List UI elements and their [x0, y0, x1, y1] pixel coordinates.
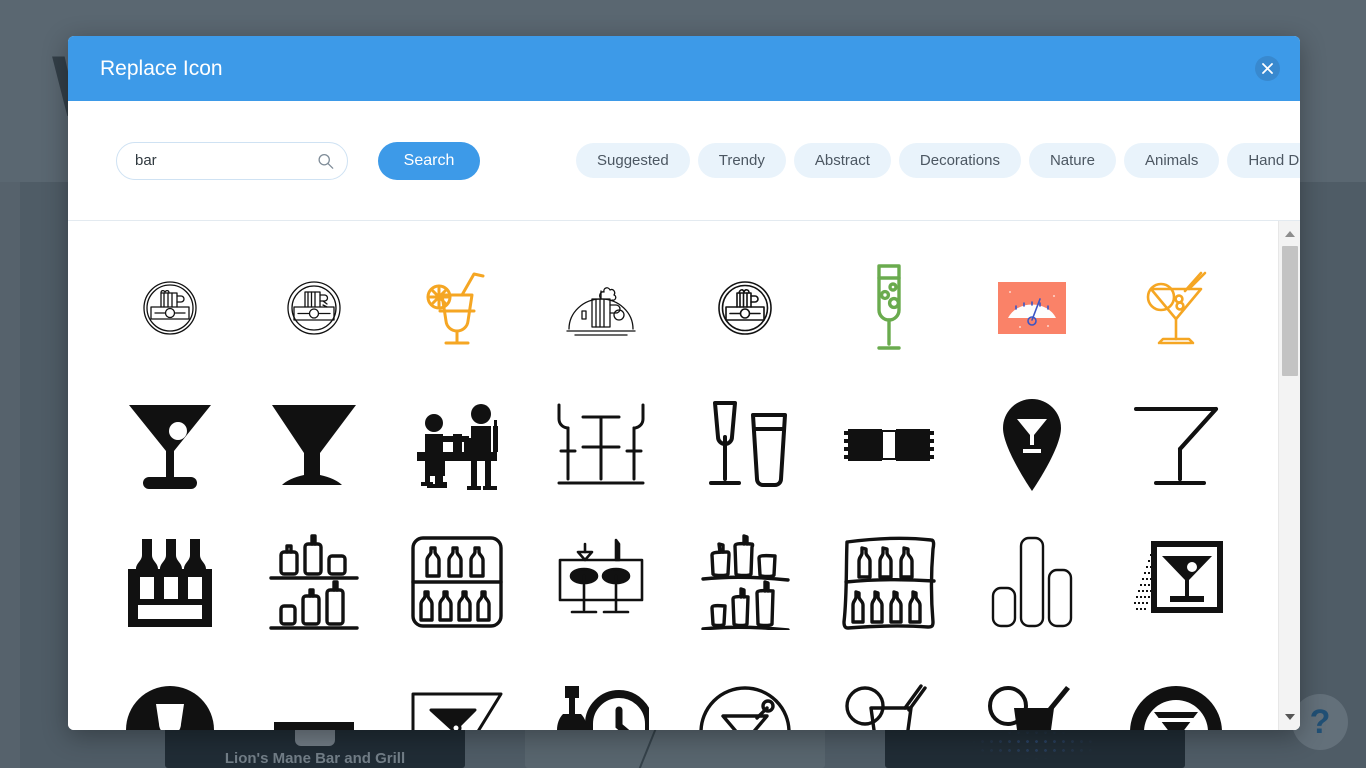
icon-result-bottle-crate-solid-icon[interactable]: [98, 513, 242, 650]
chevron-down-icon: [1285, 714, 1295, 720]
gauge-meter-icon: [998, 281, 1067, 334]
cocktail-orange-slice-icon: [426, 272, 485, 344]
framed-martini-sign-icon: [1134, 540, 1224, 613]
icon-result-drink-straw-solid-icon[interactable]: [961, 650, 1105, 730]
results-scrollbar[interactable]: [1278, 221, 1300, 730]
icon-result-bar-line-icon[interactable]: [242, 650, 386, 730]
martini-frame-line-icon: [411, 692, 503, 730]
beer-badge-circle-icon: [143, 280, 197, 335]
scroll-down-button[interactable]: [1279, 708, 1300, 726]
bottle-crate-solid-icon: [127, 538, 212, 627]
icon-result-cocktail-orange-slice-icon[interactable]: [386, 239, 530, 376]
close-button[interactable]: [1255, 56, 1280, 81]
bottle-shelves-icon: [268, 533, 359, 630]
wine-glass-circle-solid-icon: [125, 685, 214, 730]
search-icon: [318, 153, 334, 169]
icon-result-martini-frame-line-icon[interactable]: [386, 650, 530, 730]
drink-straw-solid-icon: [988, 685, 1071, 730]
icon-result-bottle-shelves-sketch-icon[interactable]: [673, 513, 817, 650]
martini-glass-solid-icon: [271, 404, 356, 485]
bottle-shelves-sketch-icon: [701, 533, 790, 630]
category-pill-abstract[interactable]: Abstract: [793, 143, 891, 178]
martini-straw-icon: [1146, 271, 1207, 344]
icon-result-martini-glass-solid-icon[interactable]: [242, 376, 386, 513]
icon-result-drink-straw-outline-icon[interactable]: [817, 650, 961, 730]
martini-glass-outline-icon: [1134, 406, 1219, 485]
search-input[interactable]: [116, 141, 348, 180]
icon-results-area: [68, 221, 1300, 730]
category-pill-suggested[interactable]: Suggested: [576, 143, 690, 178]
bottle-gauge-icon: [557, 685, 650, 730]
search-toolbar: Search Suggested Trendy Abstract Decorat…: [68, 101, 1300, 221]
icon-result-bottle-gauge-icon[interactable]: [529, 650, 673, 730]
bar-counter-stools-icon: [558, 538, 644, 613]
category-pill-hand-drawn[interactable]: Hand Drawn: [1227, 143, 1300, 178]
icon-result-bartender-counter-icon[interactable]: [386, 376, 530, 513]
martini-glass-olive-solid-icon: [128, 404, 211, 489]
icon-result-beer-badge-circle-thick-icon[interactable]: [673, 239, 817, 376]
icon-result-bottle-shelves-icon[interactable]: [242, 513, 386, 650]
champagne-flute-bubbles-icon: [876, 263, 901, 350]
beer-badge-circle-alt-icon: [286, 280, 341, 335]
replace-icon-dialog: Replace Icon Search Suggested Trendy Abs…: [68, 36, 1300, 730]
icon-result-champagne-flute-bubbles-icon[interactable]: [817, 239, 961, 376]
category-pill-list: Suggested Trendy Abstract Decorations Na…: [576, 143, 1300, 178]
drink-straw-outline-icon: [844, 683, 927, 730]
search-button[interactable]: Search: [378, 141, 480, 180]
bottle-rack-framed-icon: [411, 535, 504, 628]
icon-result-martini-dome-outline-icon[interactable]: [673, 650, 817, 730]
category-pill-nature[interactable]: Nature: [1028, 143, 1116, 178]
icon-result-beer-mug-arch-icon[interactable]: [529, 239, 673, 376]
scrollbar-thumb[interactable]: [1282, 246, 1298, 376]
map-pin-martini-icon: [1003, 398, 1062, 491]
icon-result-bottle-rack-framed-icon[interactable]: [386, 513, 530, 650]
flute-and-pint-glass-icon: [708, 400, 787, 487]
beer-mug-arch-icon: [566, 286, 636, 336]
bottle-rack-sketch-icon: [841, 536, 936, 630]
dialog-title: Replace Icon: [100, 56, 223, 80]
icon-result-beer-badge-circle-alt-icon[interactable]: [242, 239, 386, 376]
scroll-up-button[interactable]: [1279, 225, 1300, 243]
icon-result-framed-martini-sign-icon[interactable]: [1104, 513, 1248, 650]
icon-result-martini-glass-olive-solid-icon[interactable]: [98, 376, 242, 513]
bar-line-icon: [273, 721, 354, 730]
chevron-up-icon: [1285, 231, 1295, 237]
category-pill-decorations[interactable]: Decorations: [898, 143, 1021, 178]
icon-result-bar-stools-icon[interactable]: [529, 376, 673, 513]
candy-bar-icon: [843, 428, 934, 461]
icon-result-bar-counter-stools-icon[interactable]: [529, 513, 673, 650]
beer-badge-circle-thick-icon: [718, 280, 772, 335]
dialog-header: Replace Icon: [68, 36, 1300, 101]
icon-result-martini-glass-outline-icon[interactable]: [1104, 376, 1248, 513]
bar-chart-outline-icon: [992, 536, 1073, 627]
close-icon: [1262, 63, 1273, 74]
category-pill-animals[interactable]: Animals: [1123, 143, 1220, 178]
icon-result-candy-bar-icon[interactable]: [817, 376, 961, 513]
martini-dome-thick-icon: [1130, 685, 1223, 730]
icon-result-map-pin-martini-icon[interactable]: [961, 376, 1105, 513]
icon-result-martini-straw-icon[interactable]: [1104, 239, 1248, 376]
bar-stools-icon: [557, 403, 645, 484]
martini-dome-outline-icon: [699, 685, 791, 730]
category-pill-trendy[interactable]: Trendy: [697, 143, 786, 178]
icon-result-bar-chart-outline-icon[interactable]: [961, 513, 1105, 650]
search-field-wrapper: [116, 141, 348, 180]
icon-grid: [68, 221, 1278, 730]
icon-result-martini-dome-thick-icon[interactable]: [1104, 650, 1248, 730]
icon-result-gauge-meter-icon[interactable]: [961, 239, 1105, 376]
bartender-counter-icon: [417, 403, 499, 490]
icon-result-bottle-rack-sketch-icon[interactable]: [817, 513, 961, 650]
icon-result-beer-badge-circle-icon[interactable]: [98, 239, 242, 376]
icon-result-wine-glass-circle-solid-icon[interactable]: [98, 650, 242, 730]
icon-result-flute-and-pint-glass-icon[interactable]: [673, 376, 817, 513]
